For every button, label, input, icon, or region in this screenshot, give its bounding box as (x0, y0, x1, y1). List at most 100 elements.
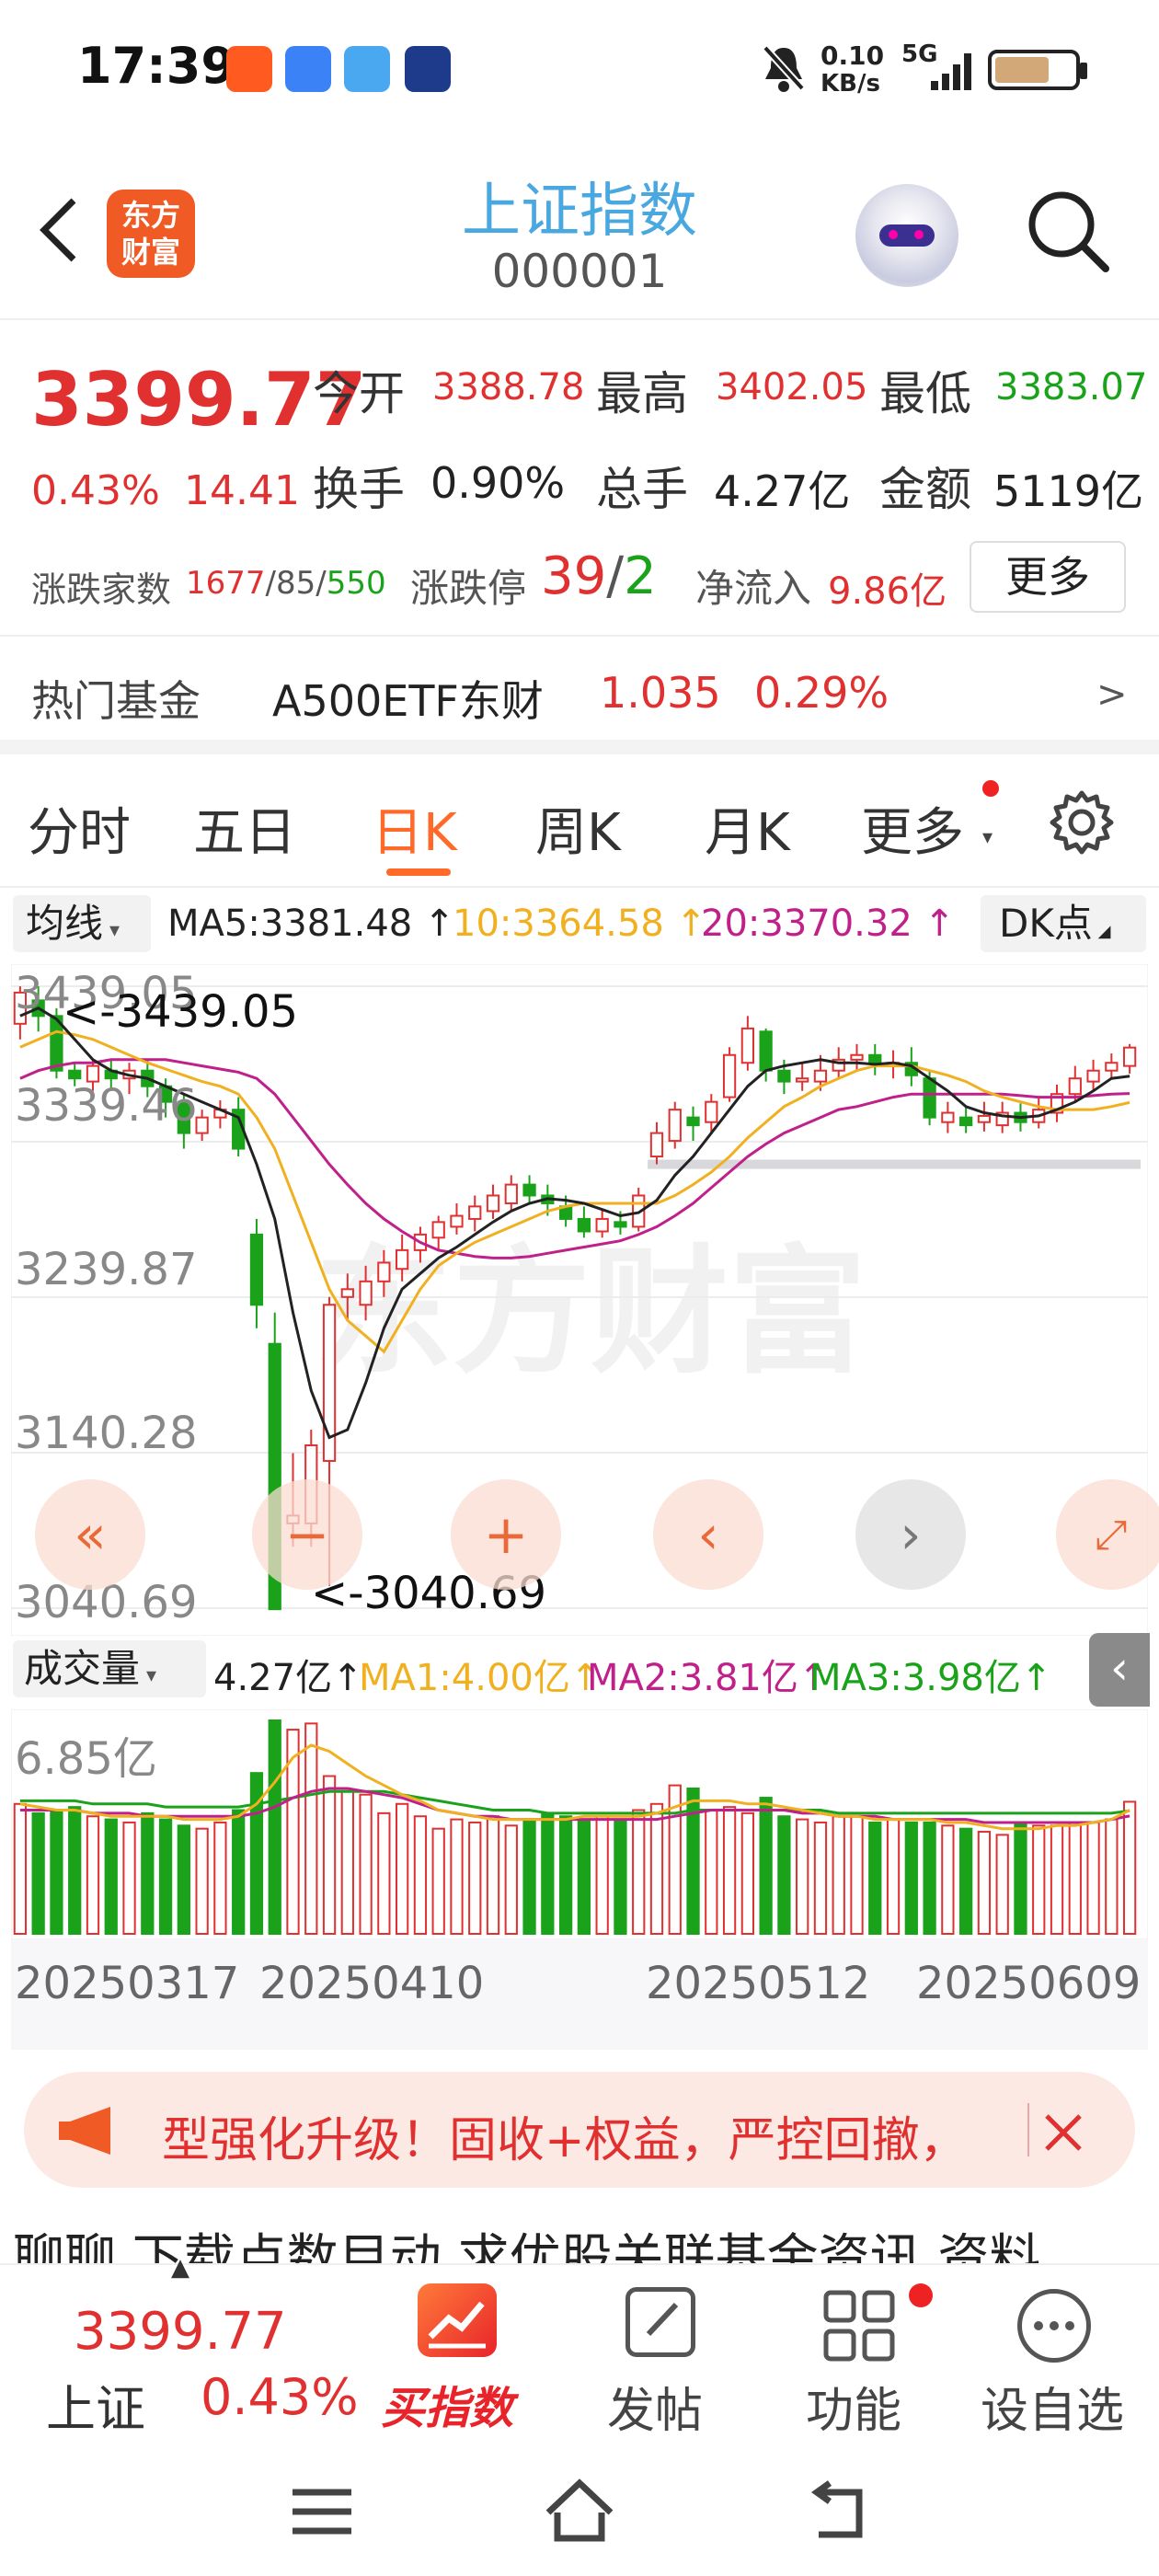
y-label-4: 3140.28 (15, 1408, 198, 1459)
dk-point-button[interactable]: DK点 ◢ (981, 895, 1146, 952)
candle-body (468, 1205, 482, 1220)
indicator-select[interactable]: 均线 ▾ (13, 895, 151, 952)
more-dots-icon (1017, 2289, 1091, 2363)
dropdown-icon: ▾ (140, 1664, 157, 1687)
robot-avatar-icon[interactable] (855, 184, 958, 287)
volume-bar (486, 1815, 500, 1935)
y-label-2: 3339.46 (15, 1080, 198, 1132)
app-notification-icon (405, 46, 451, 92)
candle-body (577, 1217, 591, 1233)
ma-legend: 均线 ▾ MA5:3381.48 ↑ 10:3364.58 ↑ 20:3370.… (0, 888, 1159, 961)
tab-intraday[interactable]: 分时 (28, 791, 131, 866)
volume-bar (705, 1809, 718, 1935)
volume-bar (468, 1821, 482, 1935)
fullscreen-button[interactable]: ⤢ (1056, 1479, 1159, 1590)
signal-icon (929, 46, 975, 92)
volume-bar (377, 1811, 391, 1935)
candle-body (377, 1261, 391, 1282)
promo-text: 型强化升级！固收+权益，严控回撤， (162, 2113, 968, 2168)
scroll-right-button[interactable]: › (855, 1479, 966, 1590)
app-notification-icon (226, 46, 272, 92)
volume-bar (577, 1818, 591, 1935)
collapse-panel-button[interactable]: ‹ (1089, 1633, 1150, 1707)
volume-bar (759, 1797, 773, 1935)
candle-body (1086, 1069, 1100, 1083)
volume-bar (31, 1811, 45, 1935)
candle-body (649, 1132, 664, 1158)
tab-more[interactable]: 更多 (861, 791, 964, 866)
open-value: 3388.78 (432, 366, 585, 408)
back-nav-icon[interactable] (800, 2479, 878, 2544)
up-arrow-icon: ▲ (171, 2254, 189, 2282)
dk-point-label: DK点 (999, 901, 1093, 946)
candle-body (504, 1183, 518, 1204)
vol-ma2: MA2:3.81亿↑ (587, 1657, 830, 1699)
scroll-left-button[interactable]: ‹ (653, 1479, 763, 1590)
status-bar: 17:39 0.10 KB/s 5G (0, 0, 1159, 138)
post-button[interactable]: 发帖 (598, 2283, 727, 2440)
turnover-label: 换手 (313, 463, 405, 516)
candle-body (1068, 1077, 1082, 1096)
high-label: 最高 (596, 367, 688, 420)
page-title: 上证指数 (462, 178, 697, 246)
net-speed-unit: KB/s (820, 70, 880, 98)
volume-bar (195, 1827, 209, 1935)
limit-values: 39/2 (541, 546, 657, 606)
candle-body (850, 1053, 864, 1061)
hot-fund-bar[interactable]: 热门基金 A500ETF东财 1.035 0.29% > (0, 635, 1159, 754)
date-label: 20250512 (646, 1958, 871, 2009)
trend-chart-icon (418, 2283, 497, 2357)
function-button[interactable]: 功能 (797, 2283, 933, 2440)
volume-bar (832, 1815, 845, 1935)
candle-body (740, 1027, 754, 1064)
back-icon[interactable] (28, 193, 92, 267)
dropdown-icon: ▾ (982, 826, 993, 849)
buy-index-button[interactable]: 买指数 (377, 2283, 543, 2440)
tab-daily-k[interactable]: 日K (372, 791, 457, 866)
volume-bar (213, 1821, 227, 1935)
app-logo: 东方 财富 (107, 190, 195, 278)
volume-bar (740, 1811, 754, 1935)
limit-up: 39 (541, 546, 607, 606)
menu-icon[interactable] (285, 2479, 359, 2544)
candle-body (431, 1221, 445, 1239)
limit-down: 2 (624, 546, 657, 606)
active-tab-indicator (386, 868, 451, 876)
notification-dot (982, 780, 999, 797)
volume-indicator-select[interactable]: 成交量 ▾ (13, 1640, 206, 1697)
low-value: 3383.07 (995, 366, 1148, 408)
crosshair-button[interactable]: − (252, 1479, 362, 1590)
app-notification-icon (344, 46, 390, 92)
volume-bar (813, 1821, 828, 1935)
breadth-up: 1677 (186, 565, 266, 602)
tab-weekly-k[interactable]: 周K (535, 791, 621, 866)
limit-label: 涨跌停 (410, 566, 527, 611)
search-icon[interactable] (1021, 184, 1113, 276)
gear-icon[interactable] (1047, 788, 1117, 857)
promo-banner[interactable]: 型强化升级！固收+权益，严控回撤， (24, 2072, 1135, 2188)
candle-body (813, 1069, 828, 1083)
zoom-out-button[interactable]: « (35, 1479, 145, 1590)
more-button[interactable]: 更多 (970, 541, 1126, 613)
candle-body (450, 1214, 464, 1228)
hot-fund-label: 热门基金 (31, 676, 201, 726)
battery-icon (988, 50, 1087, 90)
quote-panel: 3399.77 0.43% 14.41 今开 3388.78 最高 3402.0… (0, 320, 1159, 635)
candle-body (923, 1077, 936, 1119)
volume-bar (450, 1818, 464, 1935)
date-label: 20250609 (916, 1958, 1142, 2009)
candle-body (486, 1194, 500, 1213)
home-icon[interactable] (541, 2476, 618, 2546)
candle-body (705, 1100, 718, 1123)
low-label: 最低 (879, 367, 971, 420)
date-axis: 20250317 20250410 20250512 20250609 (11, 1939, 1148, 2050)
add-watchlist-button[interactable]: 设自选 (975, 2283, 1141, 2440)
candle-body (959, 1116, 973, 1127)
candlestick-chart[interactable]: 东方财富 3439.05 3339.46 3239.87 3140.28 304… (10, 963, 1159, 1637)
tab-monthly-k[interactable]: 月K (705, 791, 790, 866)
close-icon[interactable] (1027, 2096, 1095, 2164)
breadth-down: 550 (326, 565, 386, 602)
high-value: 3402.05 (716, 366, 868, 408)
zoom-in-button[interactable]: + (451, 1479, 561, 1590)
tab-five-day[interactable]: 五日 (193, 791, 296, 866)
